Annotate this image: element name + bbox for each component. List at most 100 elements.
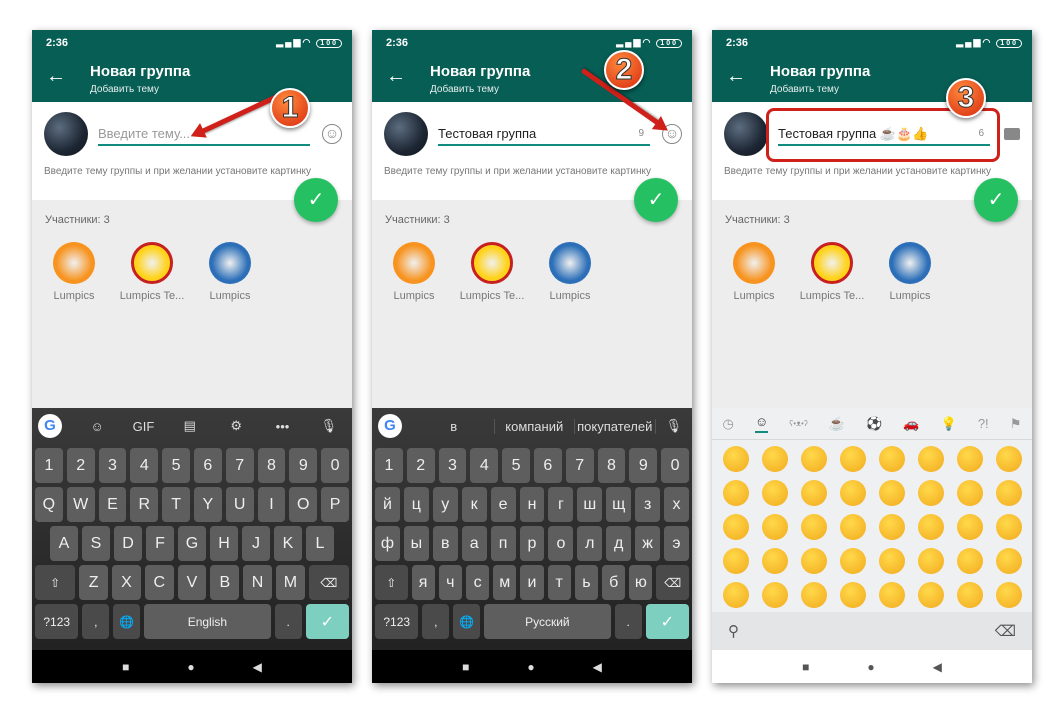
key[interactable]: ч [438, 565, 462, 600]
key[interactable]: м [493, 565, 517, 600]
emoji-item[interactable] [722, 480, 749, 506]
key[interactable]: щ [606, 487, 632, 522]
emoji-item[interactable] [878, 446, 905, 472]
sport-icon[interactable]: ⚽ [866, 416, 882, 432]
recents-button[interactable]: ■ [802, 660, 809, 674]
key[interactable]: ж [635, 526, 661, 561]
key[interactable]: 0 [321, 448, 349, 483]
key[interactable]: 4 [130, 448, 159, 483]
key[interactable]: ы [403, 526, 429, 561]
key[interactable]: 9 [629, 448, 658, 483]
member-item[interactable]: Lumpics [532, 242, 608, 302]
gear-icon[interactable]: ⚙ [213, 418, 259, 434]
backspace-key[interactable]: ⌫ [308, 565, 350, 600]
key[interactable]: б [602, 565, 626, 600]
key[interactable]: 6 [193, 448, 222, 483]
home-button[interactable]: ● [867, 660, 874, 674]
emoji-item[interactable] [956, 514, 983, 540]
group-photo-avatar[interactable] [724, 112, 768, 156]
key[interactable]: N [243, 565, 272, 600]
shift-key[interactable]: ⇧ [35, 565, 76, 600]
key[interactable]: A [50, 526, 78, 561]
key[interactable]: 9 [289, 448, 318, 483]
back-button[interactable]: ◀ [253, 660, 262, 674]
key[interactable]: 1 [375, 448, 403, 483]
recent-icon[interactable]: ◷ [723, 416, 734, 432]
emoji-item[interactable] [995, 480, 1022, 506]
key[interactable]: 1 [35, 448, 63, 483]
key[interactable]: и [520, 565, 544, 600]
key[interactable]: H [210, 526, 238, 561]
key[interactable]: ш [577, 487, 603, 522]
key[interactable]: X [112, 565, 141, 600]
key[interactable]: 5 [502, 448, 530, 483]
emoji-item[interactable] [839, 480, 866, 506]
key[interactable]: 0 [661, 448, 689, 483]
key[interactable]: а [461, 526, 487, 561]
space-key[interactable]: English [143, 604, 271, 639]
gif-button[interactable]: GIF [120, 419, 166, 434]
key[interactable]: н [519, 487, 545, 522]
space-key[interactable]: Русский [483, 604, 611, 639]
key[interactable]: L [306, 526, 334, 561]
home-button[interactable]: ● [187, 660, 194, 674]
comma-key[interactable]: , [422, 604, 450, 639]
key[interactable]: 7 [225, 448, 254, 483]
key[interactable]: I [257, 487, 286, 522]
emoji-item[interactable] [761, 582, 788, 608]
key[interactable]: с [465, 565, 490, 600]
emoji-item[interactable] [956, 548, 983, 574]
confirm-check-button[interactable]: ✓ [974, 178, 1018, 222]
emoji-item[interactable] [839, 514, 866, 540]
symbols-key[interactable]: ?123 [375, 604, 419, 639]
key[interactable]: R [130, 487, 159, 522]
key[interactable]: 2 [66, 448, 95, 483]
emoji-item[interactable] [917, 446, 944, 472]
key[interactable]: F [146, 526, 174, 561]
member-item[interactable]: Lumpics Te... [794, 242, 870, 302]
google-icon[interactable]: G [38, 414, 62, 438]
key[interactable]: з [635, 487, 661, 522]
key[interactable]: п [490, 526, 516, 561]
key[interactable]: ю [629, 565, 653, 600]
key[interactable]: M [275, 565, 305, 600]
emoji-item[interactable] [800, 514, 827, 540]
key[interactable]: ф [375, 526, 400, 561]
emoji-item[interactable] [761, 480, 788, 506]
key[interactable]: у [432, 487, 458, 522]
key[interactable]: T [162, 487, 190, 522]
group-photo-avatar[interactable] [44, 112, 88, 156]
emoji-item[interactable] [722, 582, 749, 608]
key[interactable]: л [577, 526, 603, 561]
emoji-item[interactable] [917, 514, 944, 540]
key[interactable]: к [461, 487, 487, 522]
emoji-item[interactable] [956, 480, 983, 506]
key[interactable]: о [548, 526, 574, 561]
confirm-check-button[interactable]: ✓ [634, 178, 678, 222]
key[interactable]: B [210, 565, 240, 600]
emoji-item[interactable] [878, 514, 905, 540]
member-item[interactable]: Lumpics Te... [114, 242, 190, 302]
key[interactable]: э [664, 526, 689, 561]
key[interactable]: ц [403, 487, 429, 522]
shift-key[interactable]: ⇧ [375, 565, 408, 600]
language-key[interactable]: 🌐 [453, 604, 480, 639]
back-button[interactable]: ◀ [933, 660, 942, 674]
google-icon[interactable]: G [378, 414, 402, 438]
enter-key[interactable]: ✓ [305, 604, 350, 639]
group-subject-input[interactable]: Тестовая группа 9 [438, 122, 650, 146]
key[interactable]: W [66, 487, 95, 522]
back-arrow-icon[interactable]: ← [726, 65, 746, 88]
food-icon[interactable]: ☕ [829, 416, 845, 432]
emoji-item[interactable] [839, 446, 866, 472]
home-button[interactable]: ● [527, 660, 534, 674]
key[interactable]: O [289, 487, 318, 522]
key[interactable]: 4 [470, 448, 499, 483]
period-key[interactable]: . [614, 604, 642, 639]
emoji-item[interactable] [917, 548, 944, 574]
emoji-item[interactable] [722, 548, 749, 574]
emoji-item[interactable] [995, 514, 1022, 540]
emoji-item[interactable] [722, 446, 749, 472]
member-item[interactable]: Lumpics [192, 242, 268, 302]
key[interactable]: Y [193, 487, 222, 522]
